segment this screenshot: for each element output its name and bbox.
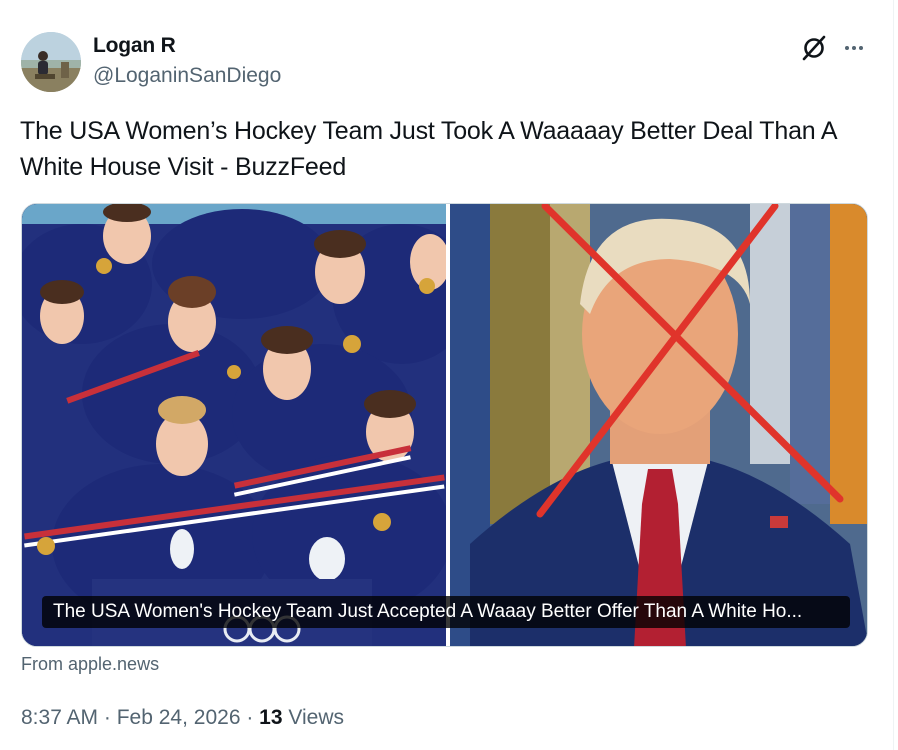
meta-separator: · (98, 706, 117, 729)
more-options-icon[interactable] (840, 34, 868, 62)
tweet-date[interactable]: Feb 24, 2026 (117, 706, 241, 729)
tweet-time[interactable]: 8:37 AM (21, 706, 98, 729)
tweet-meta: 8:37 AM · Feb 24, 2026 · 13 Views (21, 706, 344, 730)
tweet-detail: Logan R @LoganinSanDiego The USA Women’s… (0, 0, 898, 750)
link-source-domain[interactable]: apple.news (68, 654, 159, 674)
avatar-image (21, 32, 81, 92)
grok-icon[interactable] (800, 34, 828, 62)
author-handle[interactable]: @LoganinSanDiego (93, 64, 281, 88)
author-display-name[interactable]: Logan R (93, 34, 176, 58)
link-card[interactable]: The USA Women's Hockey Team Just Accepte… (21, 203, 868, 647)
link-card-caption: The USA Women's Hockey Team Just Accepte… (42, 596, 850, 628)
link-source-prefix: From (21, 654, 68, 674)
meta-separator: · (240, 706, 260, 729)
column-border (893, 0, 894, 750)
views-label: Views (282, 706, 345, 729)
card-image-crossed-out-portrait (450, 204, 867, 646)
views-count: 13 (259, 706, 283, 729)
tweet-text: The USA Women’s Hockey Team Just Took A … (20, 117, 836, 181)
link-source[interactable]: From apple.news (21, 654, 159, 675)
card-image-hockey-team (22, 204, 446, 646)
avatar[interactable] (21, 32, 81, 92)
